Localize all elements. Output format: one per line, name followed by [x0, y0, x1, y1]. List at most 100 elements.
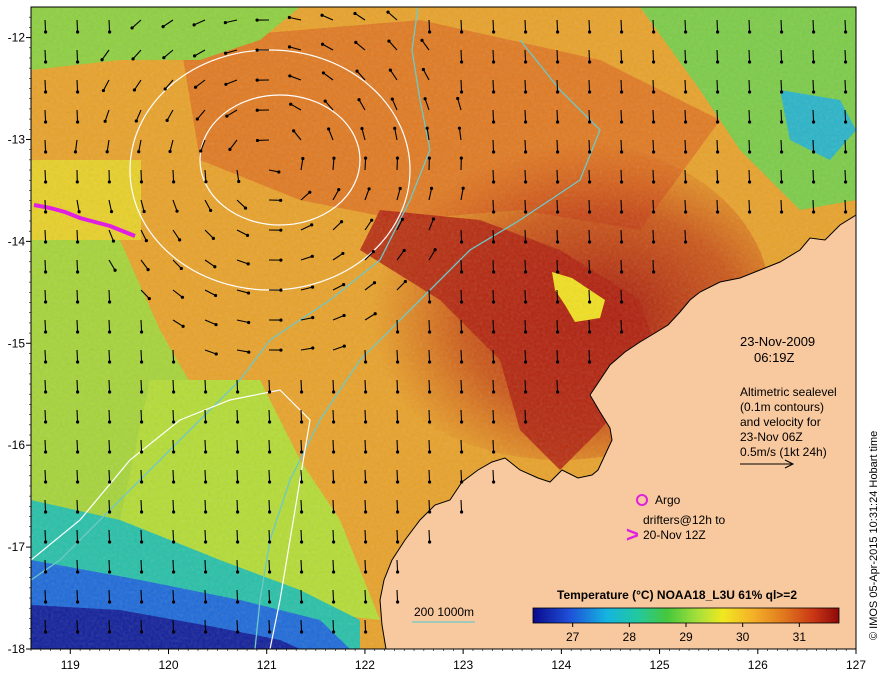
- velocity-arrow-head: [588, 270, 592, 274]
- velocity-arrow-head: [716, 60, 720, 64]
- velocity-arrow: [524, 109, 527, 123]
- velocity-arrow: [108, 409, 111, 423]
- velocity-arrow: [76, 589, 79, 603]
- velocity-arrow: [556, 139, 559, 153]
- velocity-arrow-head: [132, 88, 137, 92]
- velocity-arrow-head: [162, 56, 166, 60]
- velocity-arrow: [204, 559, 207, 573]
- velocity-arrow: [172, 619, 175, 633]
- velocity-arrow: [44, 529, 47, 543]
- velocity-arrow-head: [76, 300, 80, 304]
- velocity-arrow: [748, 199, 751, 213]
- velocity-arrow: [236, 469, 239, 483]
- velocity-arrow-head: [76, 330, 80, 334]
- velocity-arrow-head: [492, 150, 496, 154]
- y-axis: -12 -13 -14 -15 -16 -17 -18: [8, 16, 31, 656]
- velocity-arrow-head: [140, 390, 144, 394]
- velocity-arrow-head: [300, 390, 304, 394]
- x-tick-label: 124: [551, 658, 571, 672]
- velocity-arrow-head: [396, 570, 400, 574]
- argo-label: Argo: [655, 493, 681, 507]
- velocity-arrow-head: [300, 420, 304, 424]
- velocity-arrow-head: [460, 30, 464, 34]
- velocity-arrow: [396, 499, 399, 513]
- velocity-arrow: [300, 469, 303, 483]
- velocity-arrow: [652, 199, 655, 213]
- velocity-arrow: [140, 529, 143, 543]
- velocity-arrow-head: [812, 210, 816, 214]
- velocity-arrow-head: [76, 390, 80, 394]
- velocity-arrow-head: [279, 228, 283, 232]
- velocity-arrow: [524, 409, 527, 423]
- velocity-arrow-head: [364, 360, 368, 364]
- velocity-arrow: [844, 169, 847, 183]
- velocity-arrow: [492, 199, 495, 213]
- velocity-arrow: [236, 589, 239, 603]
- velocity-arrow: [204, 409, 207, 423]
- velocity-arrow-head: [204, 510, 208, 514]
- velocity-arrow-head: [172, 630, 176, 634]
- velocity-arrow: [204, 589, 207, 603]
- velocity-arrow-head: [460, 240, 464, 244]
- velocity-arrow-head: [780, 60, 784, 64]
- velocity-arrow: [236, 409, 239, 423]
- velocity-arrow-head: [289, 102, 293, 106]
- velocity-arrow: [108, 19, 111, 33]
- velocity-arrow-head: [247, 320, 251, 325]
- velocity-arrow: [268, 529, 271, 543]
- velocity-arrow-head: [420, 38, 424, 42]
- velocity-arrow-head: [620, 120, 624, 124]
- velocity-arrow: [716, 109, 719, 123]
- velocity-arrow: [396, 349, 399, 363]
- velocity-arrow-head: [844, 90, 848, 94]
- velocity-arrow: [300, 439, 303, 453]
- velocity-arrow-head: [652, 30, 656, 34]
- velocity-arrow: [172, 469, 175, 483]
- velocity-arrow: [76, 619, 79, 633]
- velocity-arrow: [300, 379, 303, 393]
- velocity-arrow: [332, 469, 335, 483]
- y-tick-label: -15: [8, 336, 26, 350]
- velocity-arrow: [844, 19, 847, 33]
- velocity-arrow-head: [556, 30, 560, 34]
- velocity-arrow-head: [236, 480, 240, 484]
- velocity-arrow: [108, 319, 111, 333]
- velocity-arrow: [620, 169, 623, 183]
- velocity-arrow: [556, 229, 559, 243]
- velocity-arrow: [748, 49, 751, 63]
- velocity-arrow-head: [76, 540, 80, 544]
- velocity-arrow-head: [223, 51, 228, 55]
- velocity-arrow-head: [556, 180, 560, 184]
- velocity-arrow: [76, 349, 79, 363]
- velocity-arrow-head: [193, 54, 197, 58]
- velocity-arrow: [428, 499, 431, 513]
- velocity-arrow-head: [277, 170, 281, 174]
- velocity-arrow: [236, 529, 239, 543]
- velocity-arrow-head: [421, 67, 425, 72]
- velocity-arrow-head: [460, 330, 464, 334]
- velocity-arrow: [108, 439, 111, 453]
- velocity-arrow-head: [716, 180, 720, 184]
- velocity-arrow-head: [403, 279, 407, 284]
- velocity-arrow-head: [268, 570, 272, 574]
- velocity-arrow: [556, 79, 559, 93]
- velocity-arrow-head: [524, 330, 528, 334]
- velocity-arrow: [492, 379, 495, 393]
- velocity-arrow-head: [140, 450, 144, 454]
- velocity-arrow-head: [396, 450, 400, 454]
- velocity-arrow: [396, 379, 399, 393]
- velocity-arrow-head: [844, 210, 848, 214]
- velocity-arrow: [524, 319, 527, 333]
- velocity-arrow-head: [588, 210, 592, 214]
- velocity-arrow: [172, 409, 175, 423]
- velocity-arrow-head: [780, 120, 784, 124]
- colorbar-tick-label: 29: [679, 630, 693, 644]
- velocity-arrow: [76, 409, 79, 423]
- velocity-arrow: [44, 79, 47, 93]
- velocity-arrow: [492, 19, 495, 33]
- velocity-arrow-head: [400, 217, 405, 221]
- velocity-arrow: [492, 229, 495, 243]
- velocity-arrow-head: [364, 510, 368, 514]
- velocity-arrow-head: [390, 97, 394, 101]
- velocity-arrow-head: [748, 150, 752, 154]
